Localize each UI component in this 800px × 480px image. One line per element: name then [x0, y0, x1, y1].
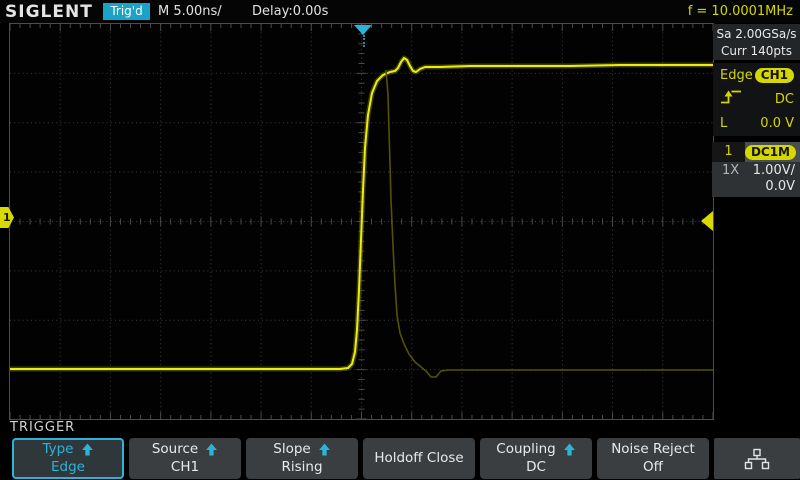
brand-logo: SIGLENT: [5, 2, 93, 22]
channel-coupling-badge: DC1M: [744, 144, 796, 160]
channel-offset-readout: 0.0V: [765, 179, 795, 194]
waveform-display: [9, 23, 714, 420]
menu-button-source[interactable]: Source CH1: [129, 438, 241, 479]
trigger-info-panel: Edge CH1 DC L 0.0 V: [713, 63, 800, 136]
trigger-coupling-readout: DC: [774, 91, 794, 107]
menu-button-noise-reject[interactable]: Noise Reject Off: [597, 438, 709, 479]
top-status-bar: SIGLENT Trig'd M 5.00ns/ Delay:0.00s f =…: [0, 0, 800, 23]
timebase-readout: M 5.00ns/: [158, 4, 222, 19]
delay-readout: Delay:0.00s: [252, 4, 329, 19]
volts-per-div-readout: 1.00V/: [752, 163, 795, 178]
up-arrow-icon: [206, 443, 218, 456]
up-arrow-icon: [563, 443, 575, 456]
sample-rate-readout: Sa 2.00GSa/s: [716, 27, 797, 41]
menu-button-slope[interactable]: Slope Rising: [246, 438, 358, 479]
trigger-level-readout: 0.0 V: [760, 115, 794, 131]
menu-button-type[interactable]: Type Edge: [12, 438, 124, 479]
rising-edge-icon: [720, 89, 742, 109]
frequency-counter-readout: f = 10.0001MHz: [687, 4, 793, 19]
channel1-info-panel[interactable]: 1 DC1M 1X 1.00V/ 0.0V: [712, 142, 800, 197]
up-arrow-icon: [318, 443, 330, 456]
lan-icon: [744, 448, 770, 469]
trigger-status-badge: Trig'd: [103, 3, 150, 20]
channel-number-badge: 1: [712, 142, 745, 162]
menu-button-holdoff[interactable]: Holdoff Close: [363, 438, 475, 479]
menu-title: TRIGGER: [10, 420, 76, 435]
oscilloscope-screen: SIGLENT Trig'd M 5.00ns/ Delay:0.00s f =…: [0, 0, 800, 480]
trigger-type-label: Edge: [720, 67, 753, 83]
probe-attenuation-readout: 1X: [722, 163, 740, 178]
trigger-level-label: L: [720, 115, 728, 131]
up-arrow-icon: [81, 443, 93, 456]
acquisition-info-panel: Sa 2.00GSa/s Curr 140pts: [713, 24, 800, 60]
trigger-position-line: [363, 35, 365, 47]
network-status-box: [714, 438, 800, 479]
trigger-source-badge[interactable]: CH1: [754, 67, 794, 83]
menu-button-coupling[interactable]: Coupling DC: [480, 438, 592, 479]
waveform-svg: [9, 23, 714, 420]
memory-points-readout: Curr 140pts: [721, 44, 792, 58]
